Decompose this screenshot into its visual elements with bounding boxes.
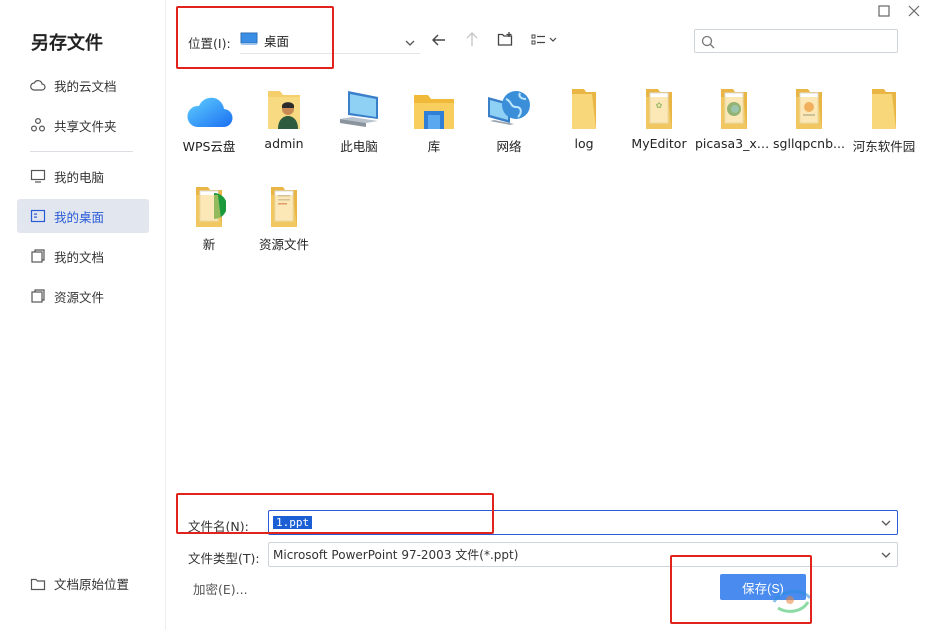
sidebar: 另存文件 我的云文档 共享文件夹 我的电脑 我的桌面 我的文档 资源文件 文档原… xyxy=(0,0,166,630)
search-box[interactable] xyxy=(694,29,898,53)
folder-stack-icon xyxy=(30,288,46,304)
sidebar-item-label: 共享文件夹 xyxy=(54,118,117,134)
share-icon xyxy=(30,117,46,133)
location-label: 位置(I): xyxy=(188,36,231,51)
file-item-this-pc[interactable]: 此电脑 xyxy=(320,83,398,155)
folder-doc-icon xyxy=(770,83,848,131)
sidebar-item-my-computer[interactable]: 我的电脑 xyxy=(17,159,149,193)
computer-icon xyxy=(320,83,398,131)
original-location-button[interactable]: 文档原始位置 xyxy=(30,574,129,593)
sidebar-item-resource-files[interactable]: 资源文件 xyxy=(17,279,149,313)
file-name: log xyxy=(574,136,594,151)
folder-outline-icon xyxy=(30,577,46,591)
chevron-down-icon[interactable] xyxy=(880,517,892,532)
file-name: 库 xyxy=(427,139,441,154)
sidebar-item-my-documents[interactable]: 我的文档 xyxy=(17,239,149,273)
folder-icon xyxy=(845,83,923,131)
watermark-logo xyxy=(768,580,818,624)
sidebar-item-label: 我的文档 xyxy=(54,249,105,265)
library-icon xyxy=(395,83,473,131)
file-item-library[interactable]: 库 xyxy=(395,83,473,155)
file-name: MyEditor xyxy=(631,136,687,151)
file-item-hedong[interactable]: 河东软件园 xyxy=(845,83,923,155)
sidebar-item-my-desktop[interactable]: 我的桌面 xyxy=(17,199,149,233)
view-mode-button[interactable] xyxy=(530,31,560,51)
dialog-title: 另存文件 xyxy=(31,33,103,54)
documents-icon xyxy=(30,248,46,264)
desktop-small-icon xyxy=(240,31,258,50)
file-item-picasa3[interactable]: picasa3_xz... xyxy=(695,83,773,151)
file-name: picasa3_xz... xyxy=(695,136,773,151)
cloud-icon xyxy=(30,77,46,93)
arrow-left-icon xyxy=(431,32,447,51)
search-input[interactable] xyxy=(719,32,893,50)
file-name: 河东软件园 xyxy=(852,139,916,154)
file-name: 资源文件 xyxy=(258,237,309,252)
up-button[interactable] xyxy=(462,31,482,51)
file-item-new[interactable]: 新 xyxy=(170,181,248,253)
maximize-icon xyxy=(878,2,890,21)
sidebar-item-label: 我的电脑 xyxy=(54,169,105,185)
list-view-icon xyxy=(531,32,559,51)
location-select[interactable]: 桌面 xyxy=(240,28,420,54)
encrypt-button[interactable]: 加密(E)... xyxy=(193,579,248,598)
close-icon xyxy=(908,2,920,21)
file-name: WPS云盘 xyxy=(182,139,236,154)
filename-input[interactable]: 1.ppt xyxy=(268,510,898,535)
chevron-down-icon xyxy=(404,34,416,53)
close-button[interactable] xyxy=(906,3,922,19)
sidebar-divider xyxy=(30,151,133,152)
filename-label: 文件名(N): xyxy=(188,519,249,534)
filename-value: 1.ppt xyxy=(273,516,313,529)
file-item-log[interactable]: log xyxy=(545,83,623,151)
folder-edge-icon xyxy=(170,181,248,229)
wps-cloud-icon xyxy=(170,83,248,131)
file-item-wps-cloud[interactable]: WPS云盘 xyxy=(170,83,248,155)
folder-doc-icon: ✿ xyxy=(620,83,698,131)
back-button[interactable] xyxy=(429,31,449,51)
sidebar-item-shared-folder[interactable]: 共享文件夹 xyxy=(17,108,149,142)
sidebar-item-label: 我的桌面 xyxy=(54,209,105,225)
sidebar-item-label: 我的云文档 xyxy=(54,78,117,94)
file-item-admin[interactable]: admin xyxy=(245,83,323,151)
filetype-label: 文件类型(T): xyxy=(188,551,260,566)
folder-icon xyxy=(545,83,623,131)
file-name: sgllqpcnb... xyxy=(773,136,845,151)
file-item-sgllqpcnb[interactable]: sgllqpcnb... xyxy=(770,83,848,151)
folder-edge-icon xyxy=(695,83,773,131)
arrow-up-icon xyxy=(465,31,479,51)
desktop-icon xyxy=(30,208,46,224)
original-location-label: 文档原始位置 xyxy=(54,577,130,592)
sidebar-item-label: 资源文件 xyxy=(54,289,105,305)
file-name: 此电脑 xyxy=(340,139,378,154)
new-folder-button[interactable] xyxy=(495,31,515,51)
network-icon xyxy=(470,83,548,131)
monitor-icon xyxy=(30,168,46,184)
file-name: 新 xyxy=(202,237,216,252)
user-folder-icon xyxy=(245,83,323,131)
folder-doc-icon xyxy=(245,181,323,229)
filetype-value: Microsoft PowerPoint 97-2003 文件(*.ppt) xyxy=(273,548,519,562)
chevron-down-icon xyxy=(880,549,892,564)
file-item-myeditor[interactable]: ✿ MyEditor xyxy=(620,83,698,151)
maximize-button[interactable] xyxy=(876,3,892,19)
file-name: admin xyxy=(264,136,304,151)
file-item-network[interactable]: 网络 xyxy=(470,83,548,155)
location-value: 桌面 xyxy=(264,34,290,49)
search-icon xyxy=(701,34,715,53)
file-item-resource-files[interactable]: 资源文件 xyxy=(245,181,323,253)
new-folder-icon xyxy=(497,31,513,51)
sidebar-item-cloud-docs[interactable]: 我的云文档 xyxy=(17,68,149,102)
file-name: 网络 xyxy=(496,139,522,154)
filetype-select[interactable]: Microsoft PowerPoint 97-2003 文件(*.ppt) xyxy=(268,542,898,567)
